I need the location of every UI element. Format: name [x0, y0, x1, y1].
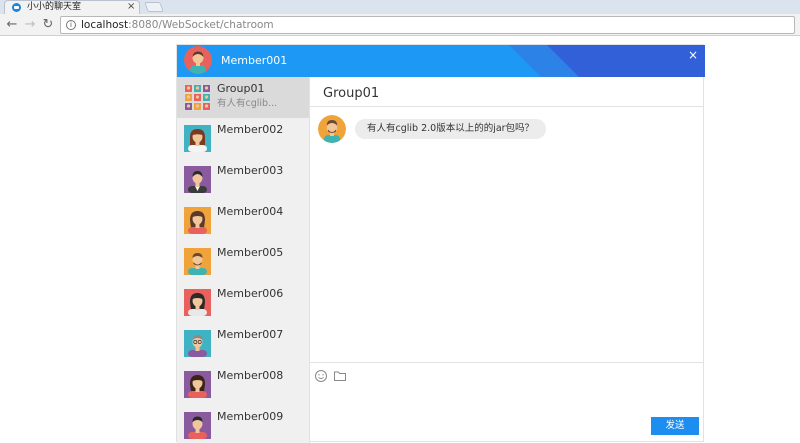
reload-icon[interactable]: ↻	[40, 16, 56, 34]
woman-avatar-icon	[184, 125, 211, 152]
chat-header: Member001 ×	[177, 45, 705, 77]
current-user-name: Member001	[221, 54, 288, 67]
tab-title: 小小的聊天室	[27, 2, 82, 12]
chat-window: Member001 × Group01 有人有cglib... Member00…	[176, 44, 705, 443]
contact-name: Member006	[217, 287, 284, 300]
browser-toolbar: ← → ↻ i localhost:8080/WebSocket/chatroo…	[0, 14, 800, 36]
contact-item-member009[interactable]: Member009	[177, 405, 309, 443]
contact-item-member003[interactable]: Member003	[177, 159, 309, 200]
current-user-avatar[interactable]	[184, 46, 212, 74]
contact-item-member002[interactable]: Member002	[177, 118, 309, 159]
contact-item-group01[interactable]: Group01 有人有cglib...	[177, 77, 309, 118]
contact-item-member004[interactable]: Member004	[177, 200, 309, 241]
conversation-title: Group01	[323, 86, 380, 101]
contact-list: Group01 有人有cglib... Member002 Member003 …	[177, 77, 310, 443]
contact-name: Member009	[217, 410, 284, 423]
contact-name: Member004	[217, 205, 284, 218]
woman-avatar-icon	[184, 289, 211, 316]
contact-name: Member007	[217, 328, 284, 341]
info-icon[interactable]: i	[66, 20, 76, 30]
contact-item-member006[interactable]: Member006	[177, 282, 309, 323]
contact-item-member007[interactable]: Member007	[177, 323, 309, 364]
url-text: localhost:8080/WebSocket/chatroom	[81, 19, 274, 32]
folder-icon[interactable]	[333, 368, 347, 382]
tab-close-icon[interactable]: ×	[127, 1, 135, 13]
contact-name: Member008	[217, 369, 284, 382]
man-avatar-icon	[184, 330, 211, 357]
woman-avatar-icon	[184, 207, 211, 234]
send-button[interactable]: 发送	[651, 417, 699, 435]
contact-name: Member003	[217, 164, 284, 177]
contact-name: Member005	[217, 246, 284, 259]
woman-avatar-icon	[184, 371, 211, 398]
new-tab-button[interactable]	[144, 2, 164, 12]
address-bar[interactable]: i localhost:8080/WebSocket/chatroom	[60, 16, 795, 34]
conversation-panel: Group01 有人有cglib 2.0版本以上的的jar包吗？ 发送	[310, 77, 704, 443]
url-path: :8080/WebSocket/chatroom	[128, 19, 274, 31]
forward-arrow-icon[interactable]: →	[22, 16, 38, 34]
browser-tab[interactable]: 小小的聊天室 ×	[4, 0, 140, 14]
contact-name: Group01	[217, 82, 265, 95]
divider	[310, 362, 704, 363]
smiley-icon[interactable]	[314, 368, 328, 382]
sender-avatar[interactable]	[318, 115, 346, 143]
contact-item-member008[interactable]: Member008	[177, 364, 309, 405]
contact-item-member005[interactable]: Member005	[177, 241, 309, 282]
man-avatar-icon	[184, 166, 211, 193]
close-icon[interactable]: ×	[688, 49, 698, 61]
man-avatar-icon	[184, 248, 211, 275]
contact-preview: 有人有cglib...	[217, 98, 278, 109]
browser-tab-bar: 小小的聊天室 ×	[0, 0, 800, 14]
man-avatar-icon	[184, 412, 211, 439]
divider	[310, 106, 704, 107]
message-bubble: 有人有cglib 2.0版本以上的的jar包吗？	[355, 119, 547, 139]
url-host: localhost	[81, 19, 129, 31]
chat-favicon-icon	[12, 3, 21, 12]
back-arrow-icon[interactable]: ←	[4, 16, 20, 34]
contact-name: Member002	[217, 123, 284, 136]
group-avatar-icon	[184, 84, 211, 111]
